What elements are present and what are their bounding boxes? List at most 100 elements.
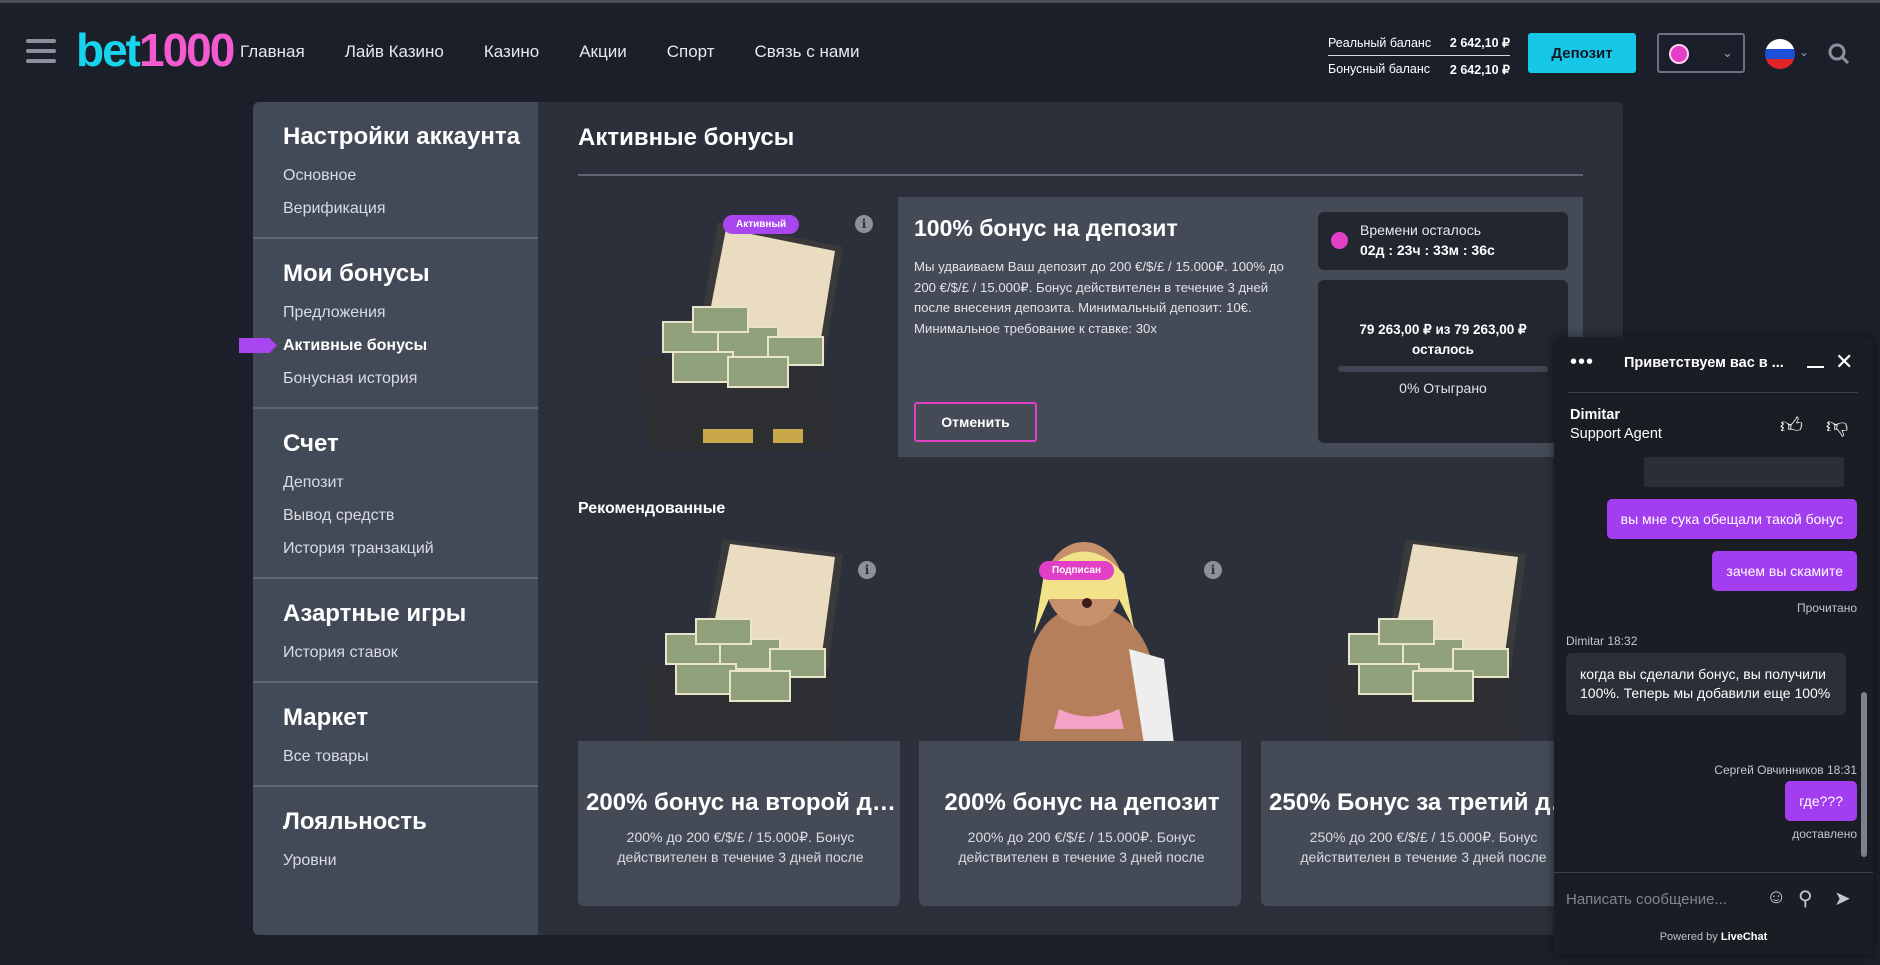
sidebar-item-offers[interactable]: Предложения <box>283 296 538 329</box>
message-list: вы мне сука обещали такой бонус зачем вы… <box>1554 457 1859 871</box>
card-description: 250% до 200 €/$/£ / 15.000₽. Бонус дейст… <box>1300 829 1547 865</box>
section-title: Мои бонусы <box>283 260 430 287</box>
user-menu-dropdown[interactable]: ⌄ <box>1657 33 1745 73</box>
real-balance-label: Реальный баланс <box>1328 35 1432 50</box>
card-body: 200% бонус на депозит 200% до 200 €/$/£ … <box>919 741 1241 906</box>
active-bonus-card: Активный i 100% бонус на депозит Мы удва… <box>578 197 1583 457</box>
send-icon[interactable]: ➤ <box>1834 886 1851 911</box>
sidebar-item-levels[interactable]: Уровни <box>283 844 538 877</box>
agent-role: Support Agent <box>1570 426 1662 442</box>
message-input[interactable] <box>1566 887 1766 911</box>
balances: Реальный баланс 2 642,10 ₽ Бонусный балан… <box>1328 30 1510 82</box>
nav-sport[interactable]: Спорт <box>667 42 715 62</box>
info-icon[interactable]: i <box>858 561 876 579</box>
wager-panel: 79 263,00 ₽ из 79 263,00 ₽ осталось 0% О… <box>1318 280 1568 443</box>
chat-header: ••• Приветствуем вас в ... ✕ <box>1554 337 1873 389</box>
message-status: доставлено <box>1792 827 1857 841</box>
main-nav: Главная Лайв Казино Казино Акции Спорт С… <box>240 42 899 62</box>
wager-amount: 79 263,00 ₽ из 79 263,00 ₽ осталось <box>1359 322 1527 357</box>
section-title: Маркет <box>283 704 369 731</box>
wager-progress-bar <box>1338 366 1548 372</box>
nav-contact[interactable]: Связь с нами <box>755 42 860 62</box>
sidebar-item-all-products[interactable]: Все товары <box>283 740 538 773</box>
chat-scrollbar[interactable] <box>1859 462 1869 867</box>
nav-live-casino[interactable]: Лайв Казино <box>345 42 444 62</box>
sidebar-item-bet-history[interactable]: История ставок <box>283 636 538 669</box>
avatar-icon <box>1669 44 1689 64</box>
recommended-bonus-card[interactable]: i 200% бонус на второй депозит 200% до 2… <box>578 539 900 906</box>
card-description: 200% до 200 €/$/£ / 15.000₽. Бонус дейст… <box>617 829 864 865</box>
clock-icon <box>1331 232 1348 249</box>
more-options-icon[interactable]: ••• <box>1570 351 1594 374</box>
agent-name: Dimitar <box>1570 407 1620 423</box>
sidebar-item-transactions[interactable]: История транзакций <box>283 532 538 565</box>
timer-label: Времени осталось <box>1360 222 1481 238</box>
money-briefcase-image <box>1326 539 1526 744</box>
message-meta: Сергей Овчинников 18:31 <box>1714 763 1857 777</box>
info-icon[interactable]: i <box>1204 561 1222 579</box>
cancel-bonus-button[interactable]: Отменить <box>914 402 1037 442</box>
divider <box>578 174 1583 176</box>
sidebar-section-market: Маркет Все товары <box>253 683 538 787</box>
sidebar-item-main[interactable]: Основное <box>283 159 538 192</box>
sidebar-section-loyalty: Лояльность Уровни <box>253 787 538 889</box>
card-body: 200% бонус на второй депозит 200% до 200… <box>578 741 900 906</box>
chevron-down-icon: ⌄ <box>1722 45 1733 60</box>
wager-percent: 0% Отыграно <box>1399 380 1487 396</box>
thumbs-up-icon[interactable]: 👍︎ <box>1780 412 1803 439</box>
card-description: 200% до 200 €/$/£ / 15.000₽. Бонус дейст… <box>958 829 1205 865</box>
message-outgoing: где??? <box>1785 781 1857 821</box>
sidebar-item-withdrawal[interactable]: Вывод средств <box>283 499 538 532</box>
info-icon[interactable]: i <box>855 215 873 233</box>
screenshot-attachment[interactable] <box>1644 457 1844 487</box>
minimize-icon[interactable] <box>1807 366 1824 368</box>
bonus-balance-value: 2 642,10 ₽ <box>1449 62 1510 77</box>
nav-home[interactable]: Главная <box>240 42 305 62</box>
timer-value: 02д : 23ч : 33м : 36с <box>1360 242 1495 258</box>
main-content: Активные бонусы Активный i 100% бонус на… <box>538 102 1623 935</box>
sidebar-section-gambling: Азартные игры История ставок <box>253 579 538 683</box>
message-status: Прочитано <box>1797 601 1857 615</box>
bonus-title: 100% бонус на депозит <box>914 215 1178 241</box>
nav-promotions[interactable]: Акции <box>579 42 627 62</box>
time-remaining-panel: Времени осталось 02д : 23ч : 33м : 36с <box>1318 212 1568 270</box>
nav-casino[interactable]: Казино <box>484 42 539 62</box>
section-title: Настройки аккаунта <box>283 123 520 150</box>
emoji-icon[interactable]: ☺ <box>1766 886 1786 909</box>
logo[interactable]: bet1000 <box>76 23 235 77</box>
sidebar-item-active-bonuses[interactable]: Активные бонусы <box>283 329 538 362</box>
powered-by[interactable]: Powered by LiveChat <box>1554 931 1873 943</box>
section-title: Лояльность <box>283 808 427 835</box>
chevron-down-icon[interactable]: ⌄ <box>1799 45 1809 59</box>
site-header: bet1000 Главная Лайв Казино Казино Акции… <box>0 3 1880 101</box>
livechat-widget: ••• Приветствуем вас в ... ✕ Dimitar Sup… <box>1554 337 1873 955</box>
sidebar-item-verification[interactable]: Верификация <box>283 192 538 225</box>
deposit-button[interactable]: Депозит <box>1528 33 1636 73</box>
menu-icon[interactable] <box>26 39 56 69</box>
recommended-title: Рекомендованные <box>578 500 726 517</box>
chat-composer: ☺ ⚲ ➤ <box>1554 872 1873 924</box>
search-icon[interactable] <box>1828 43 1850 65</box>
bonus-description: Мы удваиваем Ваш депозит до 200 €/$/£ / … <box>914 259 1284 336</box>
message-meta: Dimitar 18:32 <box>1566 634 1638 648</box>
close-icon[interactable]: ✕ <box>1835 349 1853 375</box>
recommended-bonus-card[interactable]: Подписан i 200% бонус на депозит 200% до… <box>919 539 1241 906</box>
chat-title: Приветствуем вас в ... <box>1624 355 1784 371</box>
status-badge: Активный <box>723 215 800 234</box>
attachment-icon[interactable]: ⚲ <box>1798 886 1813 911</box>
real-balance-value: 2 642,10 ₽ <box>1449 36 1510 50</box>
recommended-bonus-card[interactable]: 250% Бонус за третий депозит 250% до 200… <box>1261 539 1583 906</box>
section-title: Азартные игры <box>283 600 467 627</box>
sidebar-item-bonus-history[interactable]: Бонусная история <box>283 362 538 395</box>
language-flag-icon[interactable] <box>1765 39 1795 69</box>
section-title: Счет <box>283 430 339 457</box>
message-incoming: когда вы сделали бонус, вы получили 100%… <box>1566 653 1846 715</box>
page-title: Активные бонусы <box>578 124 795 151</box>
card-title: 200% бонус на депозит <box>944 789 1220 816</box>
sidebar-section-bonuses: Мои бонусы Предложения Активные бонусы Б… <box>253 239 538 409</box>
card-title: 250% Бонус за третий депозит <box>1269 789 1579 816</box>
bonus-balance-label: Бонусный баланс <box>1328 62 1430 76</box>
thumbs-down-icon[interactable]: 👎︎ <box>1826 412 1848 439</box>
sidebar-item-deposit[interactable]: Депозит <box>283 466 538 499</box>
money-briefcase-image <box>638 222 843 452</box>
